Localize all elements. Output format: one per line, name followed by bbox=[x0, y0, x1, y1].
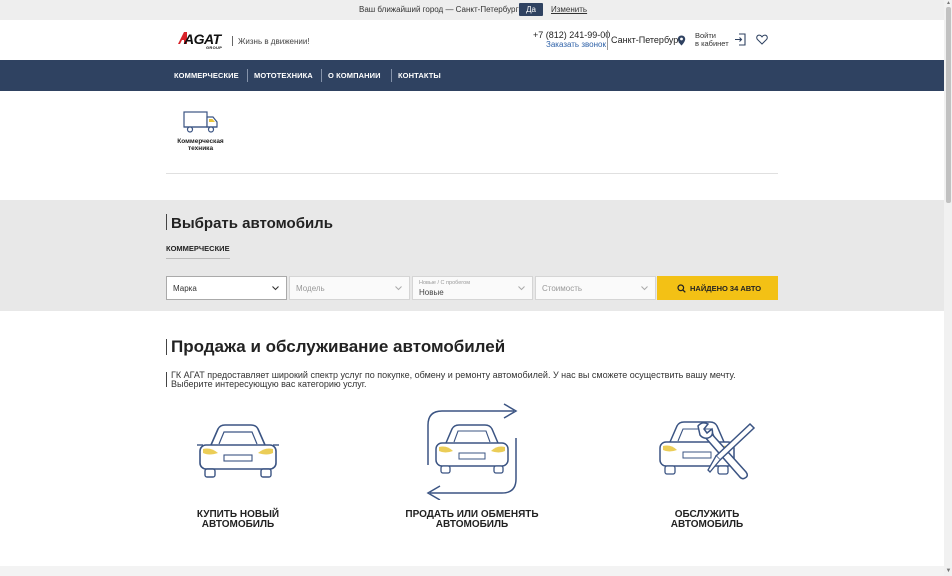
car-finder: Выбрать автомобиль КОММЕРЧЕСКИЕ Марка Мо… bbox=[0, 200, 944, 311]
tab-commercial[interactable]: КОММЕРЧЕСКИЕ bbox=[166, 244, 230, 253]
tab-underline bbox=[166, 258, 230, 259]
phone-number[interactable]: +7 (812) 241-99-00 bbox=[533, 30, 610, 40]
slogan: Жизнь в движении! bbox=[238, 37, 310, 46]
chevron-down-icon bbox=[641, 286, 648, 291]
title-accent-bar bbox=[166, 214, 167, 230]
sales-description: ГК АГАТ предоставляет широкий спектр усл… bbox=[171, 370, 736, 389]
find-cars-label: НАЙДЕНО 34 АВТО bbox=[690, 284, 762, 293]
favorites-heart-icon[interactable] bbox=[756, 34, 768, 45]
header-divider bbox=[607, 30, 608, 50]
nav-item-moto[interactable]: МОТОТЕХНИКА bbox=[254, 71, 313, 80]
car-icon[interactable] bbox=[197, 423, 279, 479]
main-nav: КОММЕРЧЕСКИЕ МОТОТЕХНИКА О КОМПАНИИ КОНТ… bbox=[0, 60, 944, 91]
service-maintenance-label[interactable]: ОБСЛУЖИТЬ АВТОМОБИЛЬ bbox=[646, 510, 768, 530]
slogan-divider bbox=[232, 36, 233, 46]
service-exchange-label[interactable]: ПРОДАТЬ ИЛИ ОБМЕНЯТЬ АВТОМОБИЛЬ bbox=[398, 510, 546, 530]
city-confirm-bar: Ваш ближайший город — Санкт-Петербург? Д… bbox=[0, 0, 944, 20]
nav-item-about[interactable]: О КОМПАНИИ bbox=[328, 71, 381, 80]
city-selector[interactable]: Санкт-Петербург bbox=[611, 35, 682, 45]
car-finder-title: Выбрать автомобиль bbox=[171, 215, 333, 232]
service-buy-label[interactable]: КУПИТЬ НОВЫЙ АВТОМОБИЛЬ bbox=[177, 510, 299, 530]
brand-select[interactable]: Марка bbox=[166, 276, 287, 300]
scrollbar-thumb[interactable] bbox=[946, 7, 951, 203]
car-exchange-icon[interactable] bbox=[424, 403, 520, 500]
model-select[interactable]: Модель bbox=[289, 276, 410, 300]
find-cars-button[interactable]: НАЙДЕНО 34 АВТО bbox=[657, 276, 778, 300]
brand-select-value: Марка bbox=[173, 284, 197, 293]
scroll-up-arrow-icon[interactable]: ▲ bbox=[945, 0, 952, 6]
nav-divider bbox=[247, 69, 248, 82]
callback-link[interactable]: Заказать звонок bbox=[546, 40, 606, 49]
login-line2: в кабинет bbox=[695, 39, 729, 48]
desc-accent-bar bbox=[166, 372, 167, 387]
service-exchange-line2: АВТОМОБИЛЬ bbox=[435, 519, 509, 530]
truck-icon[interactable] bbox=[183, 110, 219, 134]
sales-title: Продажа и обслуживание автомобилей bbox=[171, 337, 506, 356]
price-select-value: Стоимость bbox=[542, 284, 583, 293]
location-pin-icon[interactable] bbox=[677, 35, 686, 46]
nav-item-contacts[interactable]: КОНТАКТЫ bbox=[398, 71, 441, 80]
footer-edge bbox=[0, 566, 944, 576]
logo-subtext: GROUP bbox=[206, 45, 223, 50]
city-yes-button[interactable]: Да bbox=[519, 3, 543, 16]
condition-select-label: Новые / С пробегом bbox=[419, 280, 471, 286]
city-change-link[interactable]: Изменить bbox=[551, 5, 587, 14]
service-buy-line2: АВТОМОБИЛЬ bbox=[201, 519, 275, 530]
condition-select[interactable]: Новые / С пробегом Новые bbox=[412, 276, 533, 300]
condition-select-value: Новые bbox=[419, 288, 444, 297]
chevron-down-icon bbox=[518, 286, 525, 291]
nav-divider bbox=[321, 69, 322, 82]
nav-divider bbox=[391, 69, 392, 82]
car-service-icon[interactable] bbox=[658, 420, 756, 480]
login-link[interactable]: Войти в кабинет bbox=[695, 32, 729, 48]
city-question: Ваш ближайший город — Санкт-Петербург? bbox=[359, 5, 523, 14]
nav-item-commercial[interactable]: КОММЕРЧЕСКИЕ bbox=[174, 71, 239, 80]
search-icon bbox=[677, 284, 686, 293]
scroll-down-arrow-icon[interactable]: ▼ bbox=[945, 568, 952, 576]
chevron-down-icon bbox=[272, 286, 279, 291]
price-select[interactable]: Стоимость bbox=[535, 276, 656, 300]
agat-logo[interactable]: AGAT GROUP bbox=[178, 31, 226, 51]
site-header: AGAT GROUP Жизнь в движении! +7 (812) 24… bbox=[0, 20, 944, 60]
model-select-value: Модель bbox=[296, 284, 325, 293]
category-divider bbox=[166, 173, 778, 174]
login-icon[interactable] bbox=[734, 33, 746, 46]
title-accent-bar bbox=[166, 339, 167, 355]
chevron-down-icon bbox=[395, 286, 402, 291]
category-commercial-label[interactable]: Коммерческая техника bbox=[172, 138, 229, 152]
service-maintenance-line2: АВТОМОБИЛЬ bbox=[670, 519, 744, 530]
